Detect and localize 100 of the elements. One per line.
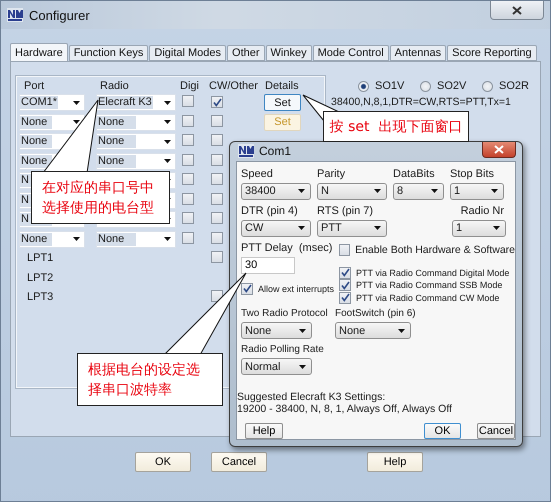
setting-dropdown[interactable]: 38400 — [241, 182, 311, 200]
close-icon — [494, 145, 504, 154]
checkbox[interactable] — [211, 114, 223, 127]
checkbox[interactable] — [182, 212, 194, 224]
setting-dropdown[interactable]: Normal — [241, 358, 312, 375]
check-option[interactable]: PTT via Radio Command CW Mode — [339, 292, 515, 304]
dialog-button[interactable]: Cancel — [477, 423, 515, 439]
window-title: Configurer — [29, 8, 90, 22]
radio-option[interactable]: SO1V — [358, 80, 420, 92]
dialog-button[interactable]: Cancel — [211, 452, 267, 472]
setting-dropdown[interactable]: 8 — [393, 182, 444, 200]
checkbox[interactable] — [211, 96, 223, 108]
field-label: FootSwitch (pin 6) — [335, 307, 417, 320]
column-header: CW/Other — [208, 79, 259, 93]
dialog-button[interactable]: Help — [367, 452, 423, 472]
checkbox[interactable] — [211, 251, 223, 264]
port-dropdown[interactable]: COM1* — [19, 94, 85, 111]
dialog-title: Com1 — [259, 144, 292, 158]
setting-dropdown[interactable]: None — [335, 322, 411, 339]
checkbox[interactable] — [211, 154, 223, 166]
checkbox[interactable] — [182, 134, 194, 146]
suggestion-text: Suggested Elecraft K3 Settings: — [237, 391, 386, 403]
caret-icon — [299, 364, 306, 368]
suggestion-text: 19200 - 38400, N, 8, 1, Always Off, Always Off — [237, 403, 453, 415]
radio-dropdown[interactable]: None — [96, 152, 176, 170]
checkbox[interactable] — [182, 173, 194, 186]
tab[interactable]: Winkey — [266, 45, 312, 61]
field-label: Radio Nr — [460, 204, 505, 218]
checkbox[interactable] — [339, 244, 350, 256]
checkbox[interactable] — [211, 212, 223, 224]
ptt-delay-field[interactable]: 30 — [241, 256, 295, 274]
setting-dropdown[interactable]: CW — [241, 220, 311, 236]
tab[interactable]: Score Reporting — [447, 45, 537, 61]
tab[interactable]: Other — [227, 45, 265, 61]
checkbox[interactable] — [339, 292, 351, 304]
checkbox[interactable] — [182, 154, 194, 166]
radio-dropdown[interactable]: None — [96, 230, 176, 248]
port-label: LPT1 — [27, 251, 54, 266]
caret-icon — [298, 189, 305, 193]
setting-dropdown[interactable]: PTT — [317, 220, 387, 236]
tab[interactable]: Digital Modes — [149, 45, 226, 61]
checkbox[interactable] — [211, 232, 223, 244]
check-option[interactable]: PTT via Radio Command SSB Mode — [339, 279, 515, 291]
setting-dropdown[interactable]: None — [241, 322, 312, 339]
radio-dropdown[interactable]: None — [96, 133, 176, 150]
caret-icon — [73, 120, 80, 124]
checkbox[interactable] — [182, 114, 194, 127]
set-button[interactable]: Set — [264, 94, 301, 112]
setting-dropdown[interactable]: 1 — [450, 182, 504, 200]
caret-icon — [73, 237, 80, 241]
radio-option[interactable]: SO2R — [482, 80, 544, 92]
close-button[interactable] — [482, 142, 516, 158]
field-label: Two Radio Protocol — [241, 307, 329, 320]
field-label: Parity — [317, 168, 346, 180]
caret-icon — [299, 328, 306, 332]
caret-icon — [164, 159, 171, 163]
field-label: Stop Bits — [450, 168, 494, 180]
tab[interactable]: Function Keys — [68, 45, 148, 61]
caret-icon — [164, 140, 171, 144]
checkbox[interactable] — [211, 134, 223, 146]
caret-icon — [374, 189, 381, 193]
radio-dropdown[interactable]: None — [96, 114, 176, 130]
app-icon — [7, 8, 23, 22]
checkbox[interactable] — [182, 95, 194, 108]
caret-icon — [164, 100, 171, 104]
dialog-button[interactable]: Help — [245, 423, 283, 439]
checkbox[interactable] — [182, 232, 194, 244]
radio-dropdown[interactable]: Elecraft K3 — [96, 94, 176, 111]
dialog-button[interactable]: OK — [424, 423, 461, 439]
checkbox[interactable] — [241, 282, 253, 294]
field-label: RTS (pin 7) — [317, 204, 374, 218]
setting-dropdown[interactable]: 1 — [452, 220, 506, 236]
radio-option[interactable]: SO2V — [420, 80, 482, 92]
checkbox[interactable] — [339, 266, 351, 278]
port-label: LPT2 — [27, 270, 54, 286]
checkbox[interactable] — [182, 192, 194, 205]
callout-tooltip: 根据电台的设定选择串口波特率 — [77, 353, 223, 406]
checkbox[interactable] — [211, 173, 223, 186]
close-button[interactable] — [490, 1, 544, 20]
check-option[interactable]: Enable Both Hardware & Software — [339, 244, 515, 256]
field-label: DTR (pin 4) — [241, 204, 298, 218]
setting-dropdown[interactable]: N — [317, 182, 387, 200]
tab[interactable]: Mode Control — [312, 45, 389, 61]
port-dropdown[interactable]: None — [19, 230, 85, 248]
check-option[interactable]: Allow ext interrupts — [241, 282, 339, 294]
check-option[interactable]: PTT via Radio Command Digital Mode — [339, 266, 515, 278]
callout-tooltip: 按 set 出现下面窗口 — [323, 111, 469, 142]
close-icon — [512, 6, 522, 14]
field-label: Speed — [241, 168, 273, 180]
tab[interactable]: Hardware — [10, 43, 68, 61]
dialog-button[interactable]: OK — [135, 452, 191, 472]
app-icon — [238, 144, 254, 158]
caret-icon — [73, 100, 80, 104]
checkbox[interactable] — [211, 192, 223, 205]
tab[interactable]: Antennas — [390, 45, 446, 61]
checkbox[interactable] — [339, 279, 351, 291]
callout-tooltip: 在对应的串口号中选择使用的电台型 — [31, 171, 170, 224]
column-header: Digi — [179, 79, 200, 93]
caret-icon — [374, 226, 381, 230]
port-dropdown[interactable]: None — [19, 114, 85, 130]
